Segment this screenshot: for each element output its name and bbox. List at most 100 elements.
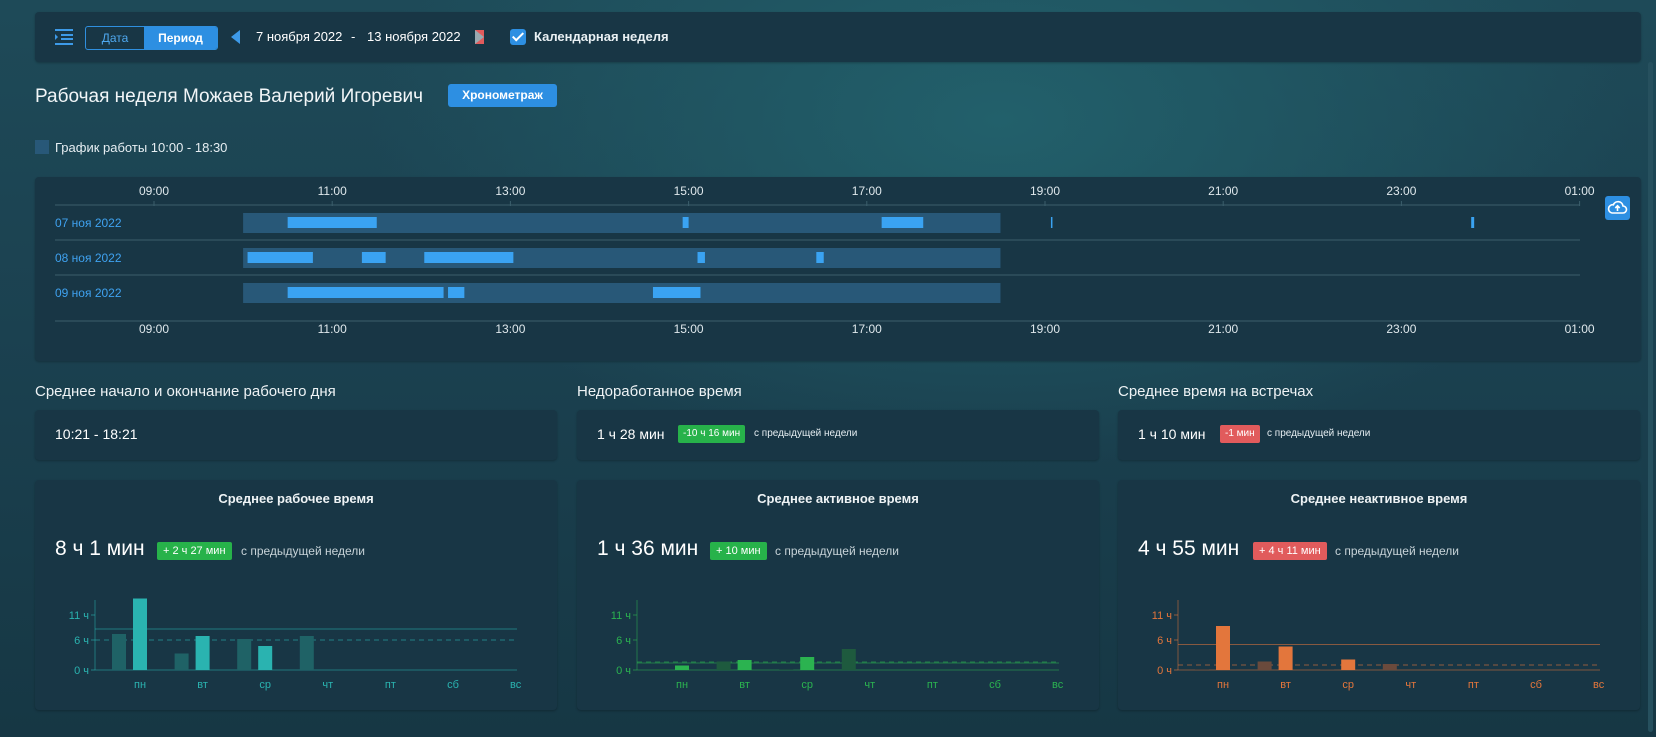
- bar-previous: [174, 653, 189, 670]
- timeline-panel: 09:00 09:00 11:00 11:00 13:00 13:00 15:00 15:00…: [35, 177, 1641, 361]
- x-tick-label: чт: [864, 679, 875, 691]
- x-tick-label: вт: [739, 679, 750, 691]
- x-tick-label: чт: [322, 679, 333, 691]
- work-time-bar-chart: 0 ч 6 ч 11 ч пн вт ср чт пт сб вс: [69, 598, 522, 691]
- timeline-hour-bottom: 09:00: [139, 322, 169, 336]
- timeline-row-label: 07 ноя 2022: [55, 216, 122, 230]
- y-tick-label: 6 ч: [1157, 635, 1172, 647]
- timeline-hour-bottom: 19:00: [1030, 322, 1060, 336]
- bar-current: [195, 636, 210, 670]
- x-tick-label: пт: [927, 679, 938, 691]
- x-tick-label: пн: [676, 679, 688, 691]
- schedule-legend-label: График работы 10:00 - 18:30: [55, 140, 228, 155]
- next-period-arrow-icon[interactable]: [475, 30, 484, 44]
- chrono-button[interactable]: Хронометраж: [448, 84, 557, 107]
- avg-start-end-card: 10:21 - 18:21: [35, 410, 557, 460]
- x-tick-label: сб: [447, 679, 459, 691]
- date-to[interactable]: 13 ноября 2022: [367, 29, 461, 44]
- activity-bar: [424, 252, 514, 263]
- activity-bar: [247, 252, 313, 263]
- activity-bar: [287, 287, 444, 298]
- bar-previous: [237, 639, 252, 670]
- cloud-upload-icon[interactable]: [1605, 196, 1630, 220]
- prev-period-arrow-icon[interactable]: [231, 30, 240, 44]
- timeline-hour-top: 19:00: [1030, 184, 1060, 198]
- bar-current: [737, 660, 752, 670]
- activity-bar: [697, 252, 705, 263]
- underworked-title: Недоработанное время: [577, 383, 742, 400]
- avg-start-end-value: 10:21 - 18:21: [55, 426, 138, 442]
- mode-date-button[interactable]: Дата: [86, 27, 144, 49]
- y-tick-label: 11 ч: [1152, 610, 1172, 622]
- bar-previous: [1195, 669, 1209, 670]
- timeline-hour-top: 09:00: [139, 184, 169, 198]
- timeline-hour-bottom: 01:00: [1565, 322, 1595, 336]
- work-time-card: Среднее рабочее время 8 ч 1 мин + 2 ч 27…: [35, 480, 557, 710]
- x-tick-label: пт: [1468, 679, 1479, 691]
- x-tick-label: пн: [1217, 679, 1229, 691]
- menu-collapse-icon[interactable]: [54, 27, 74, 47]
- top-toolbar: Дата Период 7 ноября 2022 - 13 ноября 20…: [35, 12, 1641, 62]
- bar-previous: [841, 649, 856, 670]
- timeline-chart: 09:00 09:00 11:00 11:00 13:00 13:00 15:00 15:00…: [55, 184, 1595, 336]
- x-tick-label: ср: [1342, 679, 1354, 691]
- activity-bar: [448, 287, 465, 298]
- schedule-bar: [243, 248, 1001, 268]
- calendar-week-checkbox[interactable]: [510, 29, 526, 45]
- timeline-hour-bottom: 13:00: [495, 322, 525, 336]
- bar-current: [1341, 659, 1356, 670]
- x-tick-label: ср: [801, 679, 813, 691]
- timeline-hour-top: 23:00: [1386, 184, 1416, 198]
- bar-previous: [716, 661, 731, 670]
- schedule-legend-swatch: [35, 140, 49, 154]
- timeline-hour-bottom: 23:00: [1386, 322, 1416, 336]
- x-tick-label: ср: [259, 679, 271, 691]
- bar-current: [1216, 626, 1230, 670]
- timeline-row-label: 08 ноя 2022: [55, 251, 122, 265]
- meetings-value: 1 ч 10 мин: [1138, 426, 1206, 442]
- bar-current: [258, 646, 273, 670]
- activity-bar: [652, 287, 701, 298]
- active-time-bar-chart: 0 ч 6 ч 11 ч пн вт ср чт пт сб вс: [611, 600, 1064, 691]
- bar-previous: [779, 669, 794, 670]
- timeline-hour-bottom: 15:00: [674, 322, 704, 336]
- bar-previous: [112, 634, 126, 670]
- bar-previous: [1257, 661, 1272, 670]
- y-tick-label: 0 ч: [616, 665, 631, 677]
- underworked-value: 1 ч 28 мин: [597, 426, 665, 442]
- page-title: Рабочая неделя Можаев Валерий Игоревич: [35, 86, 424, 107]
- bar-current: [133, 598, 147, 670]
- bar-current: [675, 665, 689, 670]
- activity-bar: [287, 217, 377, 228]
- x-tick-label: вт: [1280, 679, 1291, 691]
- x-tick-label: пт: [385, 679, 396, 691]
- y-tick-label: 6 ч: [74, 635, 89, 647]
- meetings-compare: с предыдущей недели: [1267, 428, 1371, 439]
- underworked-delta-badge: -10 ч 16 мин: [678, 425, 746, 443]
- timeline-row-label: 09 ноя 2022: [55, 286, 122, 300]
- date-separator: -: [351, 29, 356, 44]
- activity-bar: [1050, 217, 1053, 228]
- calendar-week-label: Календарная неделя: [534, 29, 669, 44]
- timeline-hour-bottom: 21:00: [1208, 322, 1238, 336]
- activity-bar: [816, 252, 824, 263]
- y-tick-label: 11 ч: [69, 610, 89, 622]
- x-tick-label: сб: [1530, 679, 1542, 691]
- timeline-hour-bottom: 11:00: [318, 322, 347, 336]
- page-scrollbar[interactable]: [1648, 62, 1653, 732]
- y-tick-label: 11 ч: [611, 610, 631, 622]
- y-tick-label: 0 ч: [74, 665, 89, 677]
- mode-switch: Дата Период: [85, 26, 218, 50]
- x-tick-label: чт: [1405, 679, 1416, 691]
- timeline-hour-top: 17:00: [852, 184, 882, 198]
- timeline-hour-top: 21:00: [1208, 184, 1238, 198]
- activity-bar: [682, 217, 689, 228]
- date-from[interactable]: 7 ноября 2022: [256, 29, 342, 44]
- meetings-delta-badge: -1 мин: [1220, 425, 1260, 443]
- x-tick-label: вт: [197, 679, 208, 691]
- meetings-card: 1 ч 10 мин -1 мин с предыдущей недели: [1118, 410, 1640, 460]
- y-tick-label: 0 ч: [1157, 665, 1172, 677]
- underworked-compare: с предыдущей недели: [754, 428, 858, 439]
- mode-period-button[interactable]: Период: [144, 27, 217, 49]
- bar-previous: [1382, 664, 1397, 670]
